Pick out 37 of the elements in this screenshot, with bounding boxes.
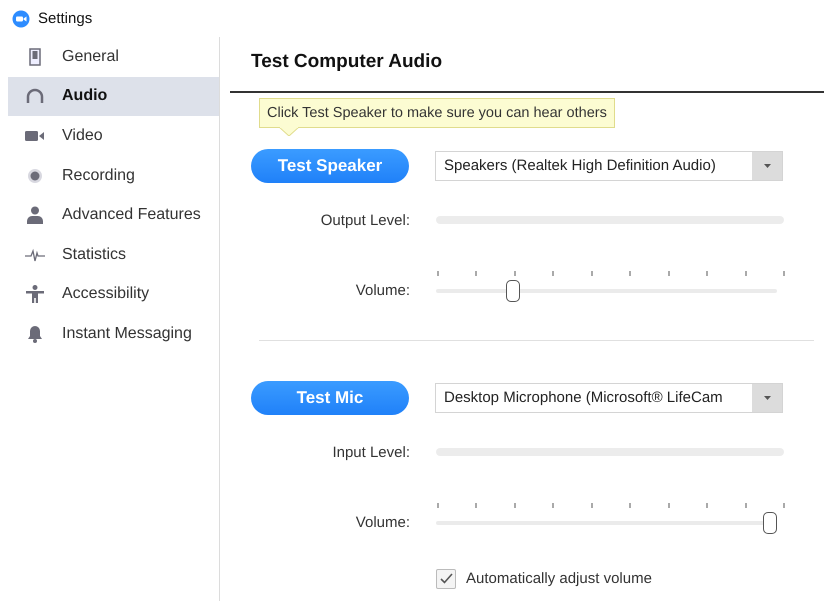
device-name: Desktop Microphone (Microsoft® LifeCam bbox=[443, 388, 724, 408]
device-name: Speakers (Realtek High Definition Audio) bbox=[443, 156, 717, 176]
checkbox-label: Automatically adjust volume bbox=[466, 570, 652, 587]
sidebar-item[interactable]: Video bbox=[8, 116, 219, 156]
headphones-icon bbox=[26, 88, 44, 104]
volume-slider[interactable] bbox=[436, 510, 777, 534]
slider-thumb[interactable] bbox=[506, 280, 520, 302]
record-icon bbox=[27, 168, 43, 184]
sidebar-item[interactable]: Advanced Features bbox=[8, 195, 219, 235]
sidebar-item[interactable]: Accessibility bbox=[8, 274, 219, 314]
sidebar-item[interactable]: Statistics bbox=[8, 234, 219, 275]
video-camera-icon bbox=[25, 130, 45, 142]
sidebar-item[interactable]: General bbox=[8, 37, 219, 77]
volume-label: Volume: bbox=[354, 514, 410, 531]
person-icon bbox=[27, 206, 43, 224]
volume-label: Volume: bbox=[354, 282, 410, 299]
accessibility-person-icon bbox=[26, 285, 44, 304]
phone-icon bbox=[29, 48, 41, 66]
sidebar-item[interactable]: Recording bbox=[8, 156, 219, 196]
volume-slider[interactable] bbox=[436, 278, 777, 302]
slider-thumb[interactable] bbox=[763, 512, 778, 534]
caret-icon bbox=[764, 396, 770, 400]
window-title: Settings bbox=[38, 10, 92, 27]
tooltip-arrow bbox=[279, 126, 299, 136]
sidebar-item[interactable]: Instant Messaging bbox=[8, 314, 219, 354]
caret-icon bbox=[764, 164, 770, 168]
level-label: Input Level: bbox=[331, 444, 410, 460]
checkmark-icon bbox=[440, 573, 452, 584]
checkbox[interactable] bbox=[436, 568, 456, 588]
app-logo-icon bbox=[12, 10, 30, 28]
section-heading: Test Computer Audio bbox=[250, 50, 444, 74]
device-dropdown[interactable]: Desktop Microphone (Microsoft® LifeCam bbox=[435, 382, 783, 412]
bell-icon bbox=[27, 324, 43, 343]
pulse-icon bbox=[25, 248, 45, 262]
device-dropdown[interactable]: Speakers (Realtek High Definition Audio) bbox=[435, 150, 783, 180]
sidebar-item[interactable]: Audio bbox=[8, 76, 219, 116]
level-label: Output Level: bbox=[320, 212, 410, 228]
